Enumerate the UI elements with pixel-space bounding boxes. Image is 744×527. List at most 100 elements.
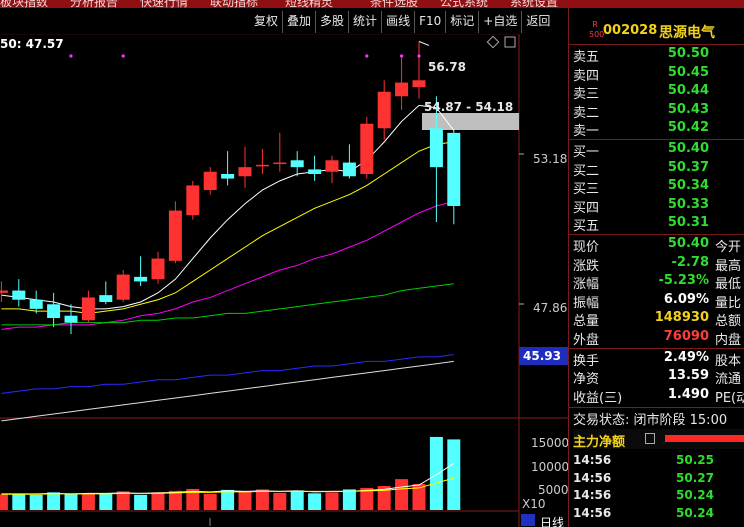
top-menu-item-3[interactable]: 联动指标 (210, 0, 258, 8)
current-price-tag: 45.93 (519, 347, 568, 365)
toolbar-button-2[interactable]: 多股 (315, 11, 348, 33)
gap-annotation: 54.87 - 54.18 (424, 100, 514, 114)
high-pointer (418, 40, 430, 46)
stat-row-4-value: 148930 (654, 310, 709, 326)
toolbar-button-6[interactable]: 标记 (445, 11, 478, 33)
ask-row-3-value: 50.43 (667, 101, 709, 117)
ask-row-2-label: 卖三 (573, 87, 600, 103)
tick-time: 14:56 (573, 453, 612, 468)
candle-body-17 (290, 160, 304, 168)
stat-b-row-1: 净资 13.59 流通 (573, 368, 744, 388)
tick-time: 14:56 (573, 505, 612, 520)
stock-name: 思源电气 (659, 25, 715, 41)
toolbar-button-5[interactable]: F10 (414, 11, 445, 33)
stat-row-1-right-label: 最高 (715, 258, 742, 274)
top-menu-item-6[interactable]: 公式系统 (440, 0, 488, 8)
stat-row-1-label: 涨跌 (573, 258, 600, 274)
market-badge: R 500 (589, 20, 604, 40)
bid-row-4-value: 50.31 (667, 215, 709, 231)
volume-bar-19 (325, 492, 339, 510)
candle-body-1 (12, 290, 26, 300)
tick-price: 50.27 (676, 470, 714, 485)
toolbar-button-8[interactable]: 返回 (521, 11, 554, 33)
tick-price: 50.24 (676, 505, 714, 520)
signal-marker-1 (121, 54, 125, 58)
bid-row-3-value: 50.33 (667, 196, 709, 212)
tick-price: 50.24 (676, 488, 714, 503)
volume-multiplier: X10 (522, 497, 546, 511)
top-menu-item-0[interactable]: 板块指数 (0, 0, 48, 8)
stat-row-0: 现价 50.40 今开 (573, 236, 744, 255)
candle-body-10 (168, 210, 182, 261)
tick-row-1: 14:56 50.27 (573, 471, 744, 489)
top-menu-item-2[interactable]: 快速行情 (140, 0, 188, 8)
candle-body-18 (308, 169, 322, 174)
volume-bar-7 (116, 491, 130, 510)
stat-row-4-right-label: 总额 (715, 314, 742, 330)
bid-row-4-label: 买五 (573, 219, 600, 235)
signal-marker-0 (69, 54, 73, 58)
top-menu-item-5[interactable]: 条件选股 (370, 0, 418, 8)
price-axis-label-upper: 53.18 (533, 152, 568, 166)
ask-row-0-label: 卖五 (573, 50, 600, 65)
top-menu-item-4[interactable]: 短线精灵 (285, 0, 333, 8)
stat-row-4: 总量 148930 总额 (573, 310, 744, 330)
volume-bar-1 (12, 493, 26, 510)
tick-price: 50.25 (676, 453, 714, 468)
bid-row-1: 买二 50.37 (573, 159, 744, 179)
stat-row-3-label: 振幅 (573, 295, 600, 311)
ask-row-4: 卖一 50.42 (573, 120, 744, 139)
volume-axis-label-5000: 5000 (538, 483, 569, 497)
bid-row-1-value: 50.37 (667, 159, 709, 175)
top-menu-item-1[interactable]: 分析报告 (70, 0, 118, 8)
candle-body-9 (151, 258, 165, 280)
stat-b-row-2-label: 收益(三) (573, 390, 623, 406)
stat-b-row-1-value: 13.59 (667, 368, 709, 384)
candle-body-0 (0, 290, 8, 293)
toolbar-button-7[interactable]: +自选 (478, 11, 521, 33)
volume-bar-23 (395, 479, 409, 510)
stat-b-row-2-right-label: PE(动 (715, 390, 744, 406)
bid-row-2-label: 买三 (573, 182, 600, 198)
stat-b-row-1-right-label: 流通 (715, 372, 742, 388)
top-menu-item-7[interactable]: 系统设置 (510, 0, 558, 8)
stat-row-1: 涨跌 -2.78 最高 (573, 255, 744, 274)
volume-bar-3 (47, 492, 61, 510)
candle-body-3 (47, 304, 61, 318)
top-menu-bar: 板块指数 分析报告 快速行情 联动指标 短线精灵 条件选股 公式系统 系统设置 (0, 0, 744, 8)
volume-bar-2 (29, 494, 43, 510)
main-flow-label: 主力净额 (573, 435, 626, 451)
tick-time: 14:56 (573, 470, 612, 485)
toolbar-button-3[interactable]: 统计 (348, 11, 381, 33)
ask-row-1: 卖四 50.45 (573, 65, 744, 84)
stat-row-0-right-label: 今开 (715, 240, 742, 255)
signal-marker-3 (400, 54, 404, 58)
bid-row-3: 买四 50.33 (573, 196, 744, 216)
candle-body-24 (412, 80, 426, 88)
bid-row-2: 买三 50.34 (573, 178, 744, 198)
ask-row-1-label: 卖四 (573, 68, 600, 84)
stat-row-5-right-label: 内盘 (715, 333, 742, 348)
list-icon[interactable] (645, 433, 655, 445)
price-axis-label-lower: 47.86 (533, 301, 568, 315)
badge-top: R (592, 20, 598, 29)
candle-body-6 (99, 295, 113, 302)
volume-bar-0 (0, 494, 8, 510)
main-flow-row[interactable]: 主力净额 (573, 429, 744, 451)
bid-row-0-value: 50.40 (667, 141, 709, 156)
volume-bar-5 (81, 493, 95, 510)
candle-body-22 (377, 91, 391, 129)
period-tab-daily[interactable]: 日线 (521, 514, 568, 527)
candle-body-11 (186, 185, 200, 216)
toolbar-button-0[interactable]: 复权 (250, 11, 282, 33)
main-flow-bar (665, 435, 744, 443)
toolbar-button-4[interactable]: 画线 (381, 11, 414, 33)
candle-body-2 (29, 299, 43, 309)
candle-body-13 (221, 174, 235, 179)
stock-code: 002028 (603, 23, 658, 38)
candle-body-21 (360, 123, 374, 174)
candle-body-7 (116, 274, 130, 300)
separator-stats-b (569, 347, 744, 349)
ma-line-2 (1, 200, 454, 330)
toolbar-button-1[interactable]: 叠加 (282, 11, 315, 33)
